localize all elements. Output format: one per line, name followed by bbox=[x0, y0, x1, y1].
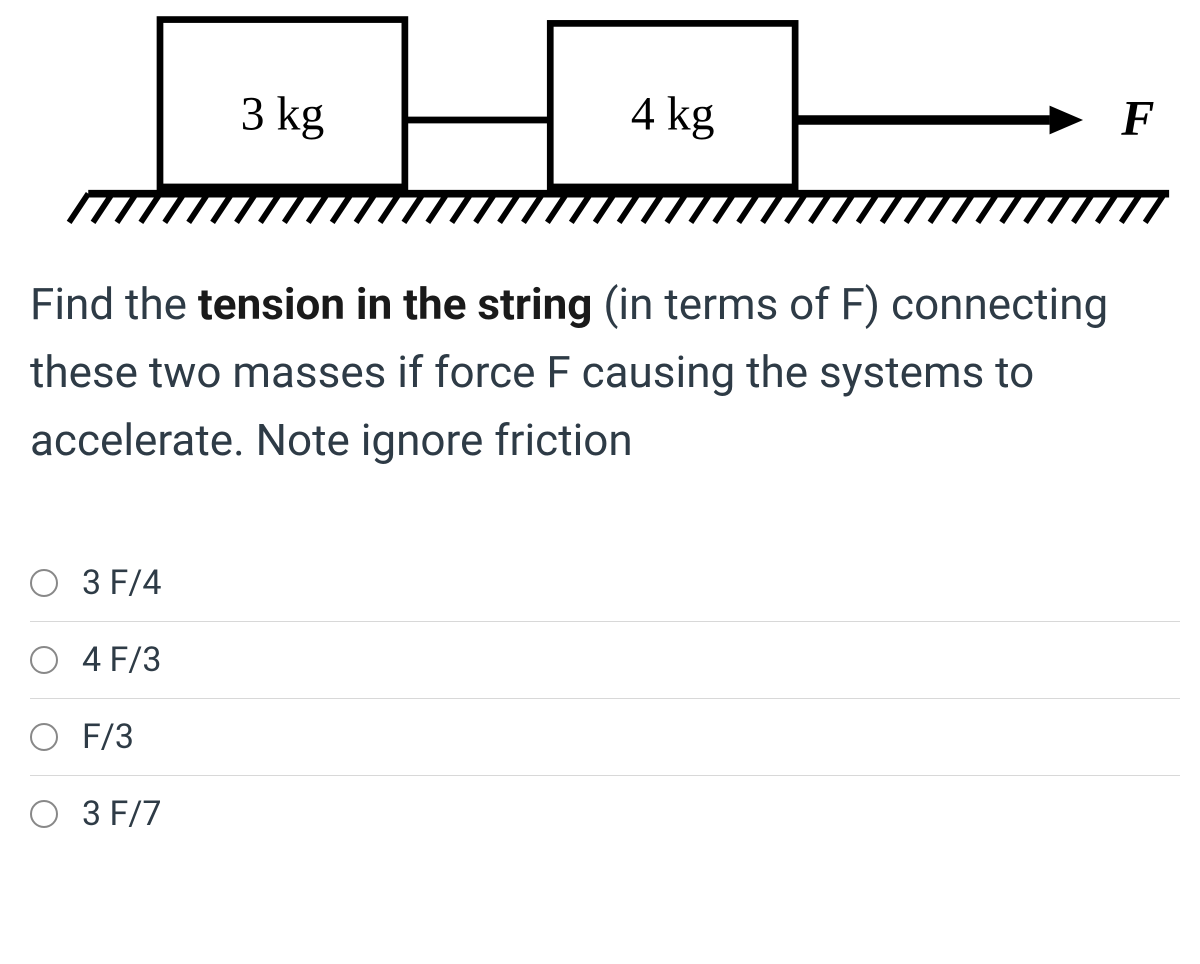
radio-icon bbox=[30, 646, 58, 674]
option-1[interactable]: 3 F/4 bbox=[30, 545, 1180, 622]
question-part-1: Find the bbox=[30, 278, 198, 330]
radio-icon bbox=[30, 800, 58, 828]
option-3[interactable]: F/3 bbox=[30, 699, 1180, 776]
options-list: 3 F/4 4 F/3 F/3 3 F/7 bbox=[0, 505, 1200, 872]
option-2[interactable]: 4 F/3 bbox=[30, 622, 1180, 699]
option-2-label: 4 F/3 bbox=[82, 640, 161, 680]
radio-icon bbox=[30, 569, 58, 597]
option-3-label: F/3 bbox=[82, 717, 134, 757]
ground-hatching bbox=[69, 194, 1164, 223]
force-label: F bbox=[1120, 90, 1154, 145]
option-4-label: 3 F/7 bbox=[82, 794, 161, 834]
block-1-label: 3 kg bbox=[241, 88, 325, 141]
radio-icon bbox=[30, 723, 58, 751]
option-4[interactable]: 3 F/7 bbox=[30, 776, 1180, 852]
question-bold: tension in the string bbox=[198, 278, 593, 330]
block-2-label: 4 kg bbox=[631, 88, 715, 141]
question-text: Find the tension in the string (in terms… bbox=[0, 230, 1200, 505]
option-1-label: 3 F/4 bbox=[82, 563, 161, 603]
force-arrow-head bbox=[1050, 106, 1083, 135]
physics-diagram: 3 kg 4 kg F bbox=[0, 0, 1200, 230]
diagram-svg: 3 kg 4 kg F bbox=[0, 10, 1200, 230]
